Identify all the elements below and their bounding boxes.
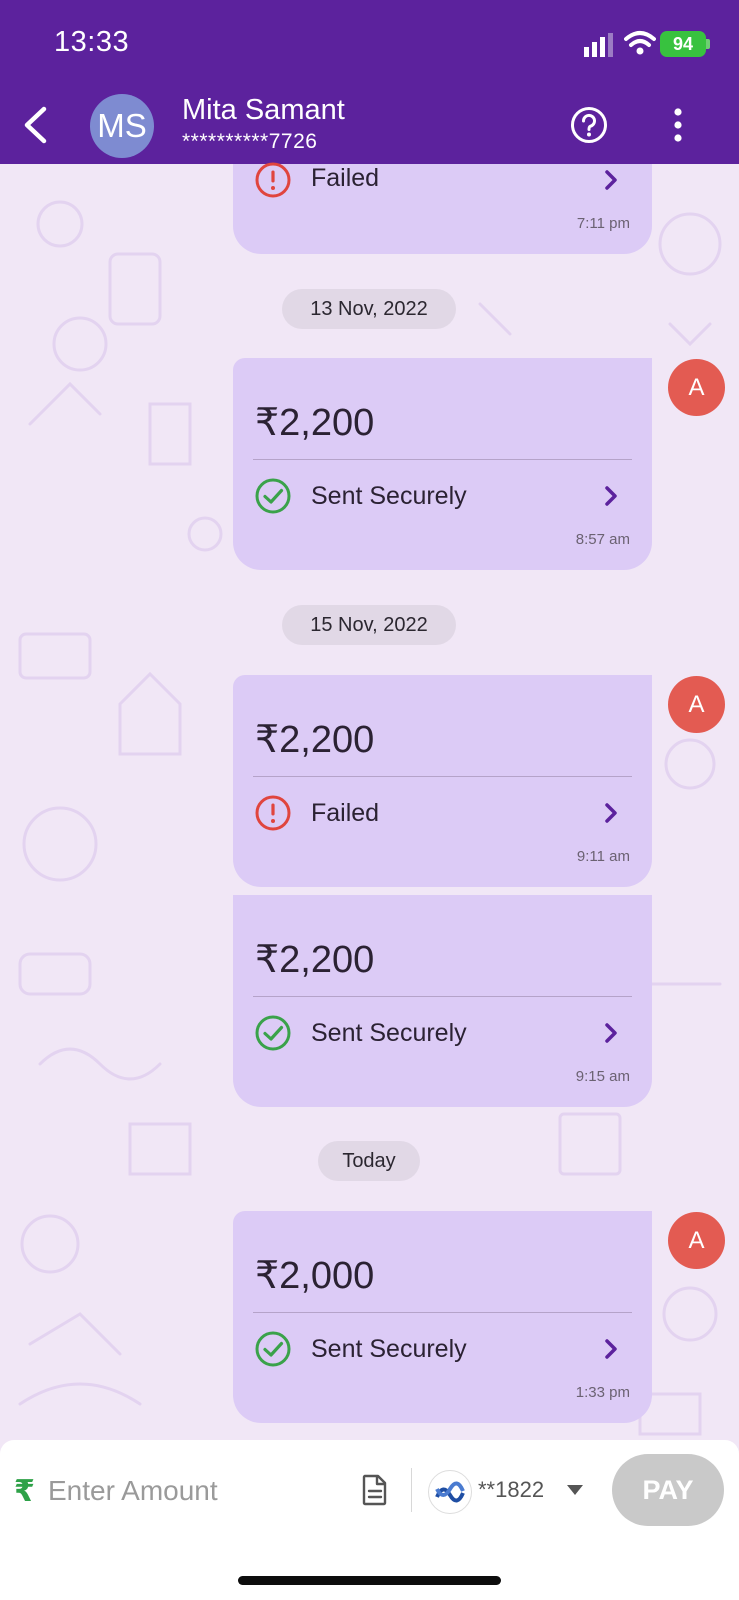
transaction-amount: ₹2,200 [255, 939, 375, 981]
chevron-right-icon[interactable] [604, 169, 618, 191]
transaction-time: 9:15 am [575, 1068, 630, 1085]
bank-logo-icon [435, 1481, 465, 1503]
chevron-right-icon[interactable] [604, 485, 618, 507]
chevron-right-icon[interactable] [604, 1338, 618, 1360]
failed-icon [255, 162, 291, 198]
transaction-status: Sent Securely [311, 482, 467, 510]
home-indicator [238, 1576, 501, 1585]
bubble-divider [253, 776, 632, 777]
bubble-divider [253, 459, 632, 460]
more-options-icon[interactable] [670, 108, 686, 142]
transaction-time: 1:33 pm [575, 1384, 630, 1401]
transaction-amount: ₹2,200 [255, 719, 375, 761]
bank-account-number[interactable]: **1822 [478, 1477, 544, 1503]
rupee-icon: ₹ [14, 1475, 35, 1508]
date-separator: 15 Nov, 2022 [282, 605, 456, 645]
transaction-time: 7:11 pm [576, 215, 630, 232]
transaction-status: Failed [311, 164, 380, 192]
battery-indicator: 94 [660, 31, 706, 57]
contact-avatar[interactable]: MS [90, 94, 154, 158]
transaction-amount: ₹2,000 [255, 1255, 375, 1297]
success-check-icon [255, 1331, 291, 1367]
transaction-bubble[interactable]: ₹2,200 Failed 9:11 am [233, 675, 652, 887]
transaction-status: Sent Securely [311, 1019, 467, 1047]
chevron-right-icon[interactable] [604, 802, 618, 824]
chevron-right-icon[interactable] [604, 1022, 618, 1044]
transaction-bubble-partial[interactable]: Failed 7:11 pm [233, 162, 652, 254]
transaction-time: 8:57 am [575, 531, 630, 548]
help-icon[interactable] [570, 106, 608, 144]
back-arrow-icon[interactable] [22, 106, 48, 144]
date-separator: Today [318, 1141, 420, 1181]
transaction-amount: ₹2,200 [255, 402, 375, 444]
add-note-icon[interactable] [362, 1474, 388, 1506]
transaction-bubble[interactable]: ₹2,200 Sent Securely 9:15 am [233, 895, 652, 1107]
bank-logo[interactable] [428, 1470, 472, 1514]
bubble-divider [253, 1312, 632, 1313]
success-check-icon [255, 478, 291, 514]
sender-avatar: A [668, 1212, 725, 1269]
amount-input[interactable] [46, 1470, 350, 1512]
transaction-bubble[interactable]: ₹2,200 Sent Securely 8:57 am [233, 358, 652, 570]
date-separator: 13 Nov, 2022 [282, 289, 456, 329]
pay-button[interactable]: PAY [612, 1454, 724, 1526]
cellular-signal-icon [584, 33, 613, 57]
bubble-divider [253, 996, 632, 997]
chevron-down-icon[interactable] [566, 1484, 584, 1496]
footer-divider [411, 1468, 412, 1512]
battery-tip [706, 39, 710, 49]
sender-avatar: A [668, 359, 725, 416]
transaction-bubble[interactable]: ₹2,000 Sent Securely 1:33 pm [233, 1211, 652, 1423]
transaction-status: Sent Securely [311, 1335, 467, 1363]
status-time: 13:33 [54, 26, 130, 58]
transaction-time: 9:11 am [576, 848, 630, 865]
contact-number: **********7726 [182, 130, 318, 153]
wifi-icon [624, 31, 656, 55]
success-check-icon [255, 1015, 291, 1051]
sender-avatar: A [668, 676, 725, 733]
transaction-status: Failed [311, 799, 380, 827]
battery-level: 94 [672, 34, 694, 54]
contact-name[interactable]: Mita Samant [182, 94, 345, 127]
failed-icon [255, 795, 291, 831]
